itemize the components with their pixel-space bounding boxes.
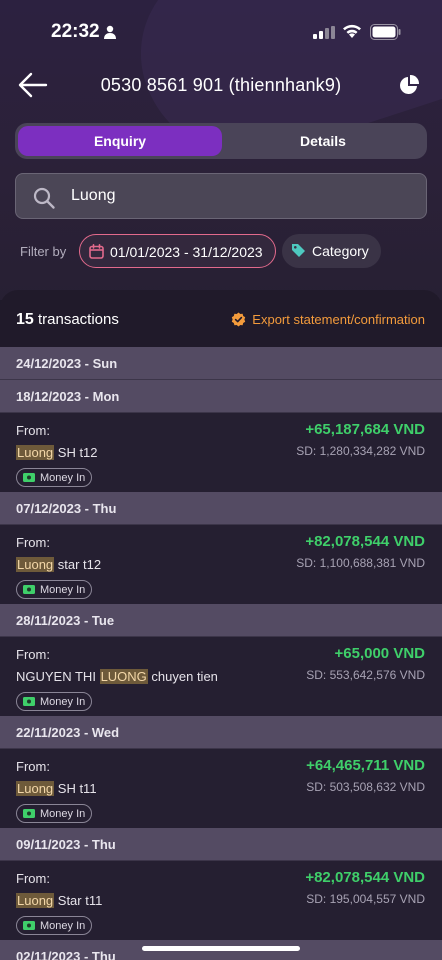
desc-rest: SH t11 <box>54 781 97 796</box>
tab-bar: Enquiry Details <box>15 123 427 159</box>
money-in-badge: Money In <box>16 468 93 487</box>
date-header: 24/12/2023 - Sun <box>0 347 442 380</box>
date-header: 28/11/2023 - Tue <box>0 604 442 637</box>
desc-rest: chuyen tien <box>147 669 218 684</box>
transaction-item[interactable]: From: Luong star t12 +82,078,544 VND SD:… <box>0 525 442 604</box>
money-in-badge: Money In <box>16 692 93 711</box>
transaction-item[interactable]: From: Luong Star t11 +82,078,544 VND SD:… <box>0 861 442 940</box>
money-in-badge: Money In <box>16 580 93 599</box>
home-indicator[interactable] <box>142 946 300 951</box>
tab-enquiry[interactable]: Enquiry <box>18 126 222 156</box>
cash-icon <box>23 921 35 930</box>
date-header: 22/11/2023 - Wed <box>0 716 442 749</box>
cash-icon <box>23 697 35 706</box>
count-suffix: transactions <box>37 311 119 328</box>
transaction-list: 24/12/2023 - Sun 18/12/2023 - Mon From: … <box>0 347 442 960</box>
export-label: Export statement/confirmation <box>252 312 425 327</box>
tab-details[interactable]: Details <box>221 126 425 156</box>
search-input[interactable]: Luong <box>15 173 427 219</box>
battery-icon <box>370 24 401 40</box>
cash-icon <box>23 585 35 594</box>
desc-prefix: NGUYEN THI <box>16 669 100 684</box>
transaction-description: NGUYEN THI LUONG chuyen tien <box>16 669 218 684</box>
person-icon <box>104 25 116 39</box>
desc-rest: SH t12 <box>54 445 98 460</box>
balance-after: SD: 1,280,334,282 VND <box>296 444 425 458</box>
balance-after: SD: 503,508,632 VND <box>306 780 425 794</box>
from-label: From: <box>16 871 50 886</box>
cash-icon <box>23 809 35 818</box>
money-in-badge: Money In <box>16 916 93 935</box>
date-header: 09/11/2023 - Thu <box>0 828 442 861</box>
verified-badge-icon <box>232 312 246 327</box>
wifi-icon <box>343 24 361 38</box>
category-label: Category <box>312 243 369 259</box>
date-range-text: 01/01/2023 - 31/12/2023 <box>110 244 263 260</box>
balance-after: SD: 1,100,688,381 VND <box>296 556 425 570</box>
cellular-signal-icon <box>313 26 335 39</box>
transaction-amount: +65,000 VND <box>334 645 425 662</box>
transaction-item[interactable]: From: NGUYEN THI LUONG chuyen tien +65,0… <box>0 637 442 716</box>
from-label: From: <box>16 423 50 438</box>
transaction-amount: +82,078,544 VND <box>305 533 425 550</box>
balance-after: SD: 553,642,576 VND <box>306 668 425 682</box>
search-highlight: Luong <box>16 893 55 908</box>
category-filter[interactable]: Category <box>282 234 381 268</box>
transaction-amount: +65,187,684 VND <box>305 421 425 438</box>
badge-label: Money In <box>40 919 86 932</box>
badge-label: Money In <box>40 695 86 708</box>
balance-after: SD: 195,004,557 VND <box>306 892 425 906</box>
cash-icon <box>23 473 35 482</box>
summary-row: 15 transactions Export statement/confirm… <box>0 290 442 348</box>
date-header: 18/12/2023 - Mon <box>0 380 442 413</box>
export-statement-link[interactable]: Export statement/confirmation <box>231 312 425 327</box>
transaction-item[interactable]: From: Luong SH t12 +65,187,684 VND SD: 1… <box>0 413 442 492</box>
transaction-description: Luong SH t12 <box>16 445 98 460</box>
transaction-sheet: 15 transactions Export statement/confirm… <box>0 290 442 960</box>
from-label: From: <box>16 647 50 662</box>
count-number: 15 <box>16 311 34 328</box>
filter-label: Filter by <box>20 244 67 259</box>
transaction-amount: +64,465,711 VND <box>306 757 425 774</box>
calendar-icon <box>89 244 104 259</box>
page-title: 0530 8561 901 (thiennhank9) <box>100 75 342 95</box>
status-time: 22:32 <box>51 21 100 42</box>
desc-rest: Star t11 <box>54 893 103 908</box>
tag-icon <box>292 244 305 257</box>
search-icon <box>33 187 55 209</box>
badge-label: Money In <box>40 807 86 820</box>
search-highlight: Luong <box>16 781 55 796</box>
search-highlight: LUONG <box>99 669 148 684</box>
desc-rest: star t12 <box>54 557 102 572</box>
transaction-description: Luong star t12 <box>16 557 101 572</box>
search-value: Luong <box>71 187 116 204</box>
transaction-description: Luong Star t11 <box>16 893 102 908</box>
from-label: From: <box>16 759 50 774</box>
transaction-count: 15 transactions <box>16 311 119 329</box>
money-in-badge: Money In <box>16 804 93 823</box>
status-bar: 22:32 <box>0 0 442 64</box>
badge-label: Money In <box>40 583 86 596</box>
pie-chart-icon[interactable] <box>398 74 420 96</box>
badge-label: Money In <box>40 471 86 484</box>
date-header: 07/12/2023 - Thu <box>0 492 442 525</box>
transaction-description: Luong SH t11 <box>16 781 97 796</box>
from-label: From: <box>16 535 50 550</box>
search-highlight: Luong <box>16 557 55 572</box>
transaction-amount: +82,078,544 VND <box>305 869 425 886</box>
search-highlight: Luong <box>16 445 55 460</box>
date-range-filter[interactable]: 01/01/2023 - 31/12/2023 <box>79 234 276 268</box>
transaction-item[interactable]: From: Luong SH t11 +64,465,711 VND SD: 5… <box>0 749 442 828</box>
